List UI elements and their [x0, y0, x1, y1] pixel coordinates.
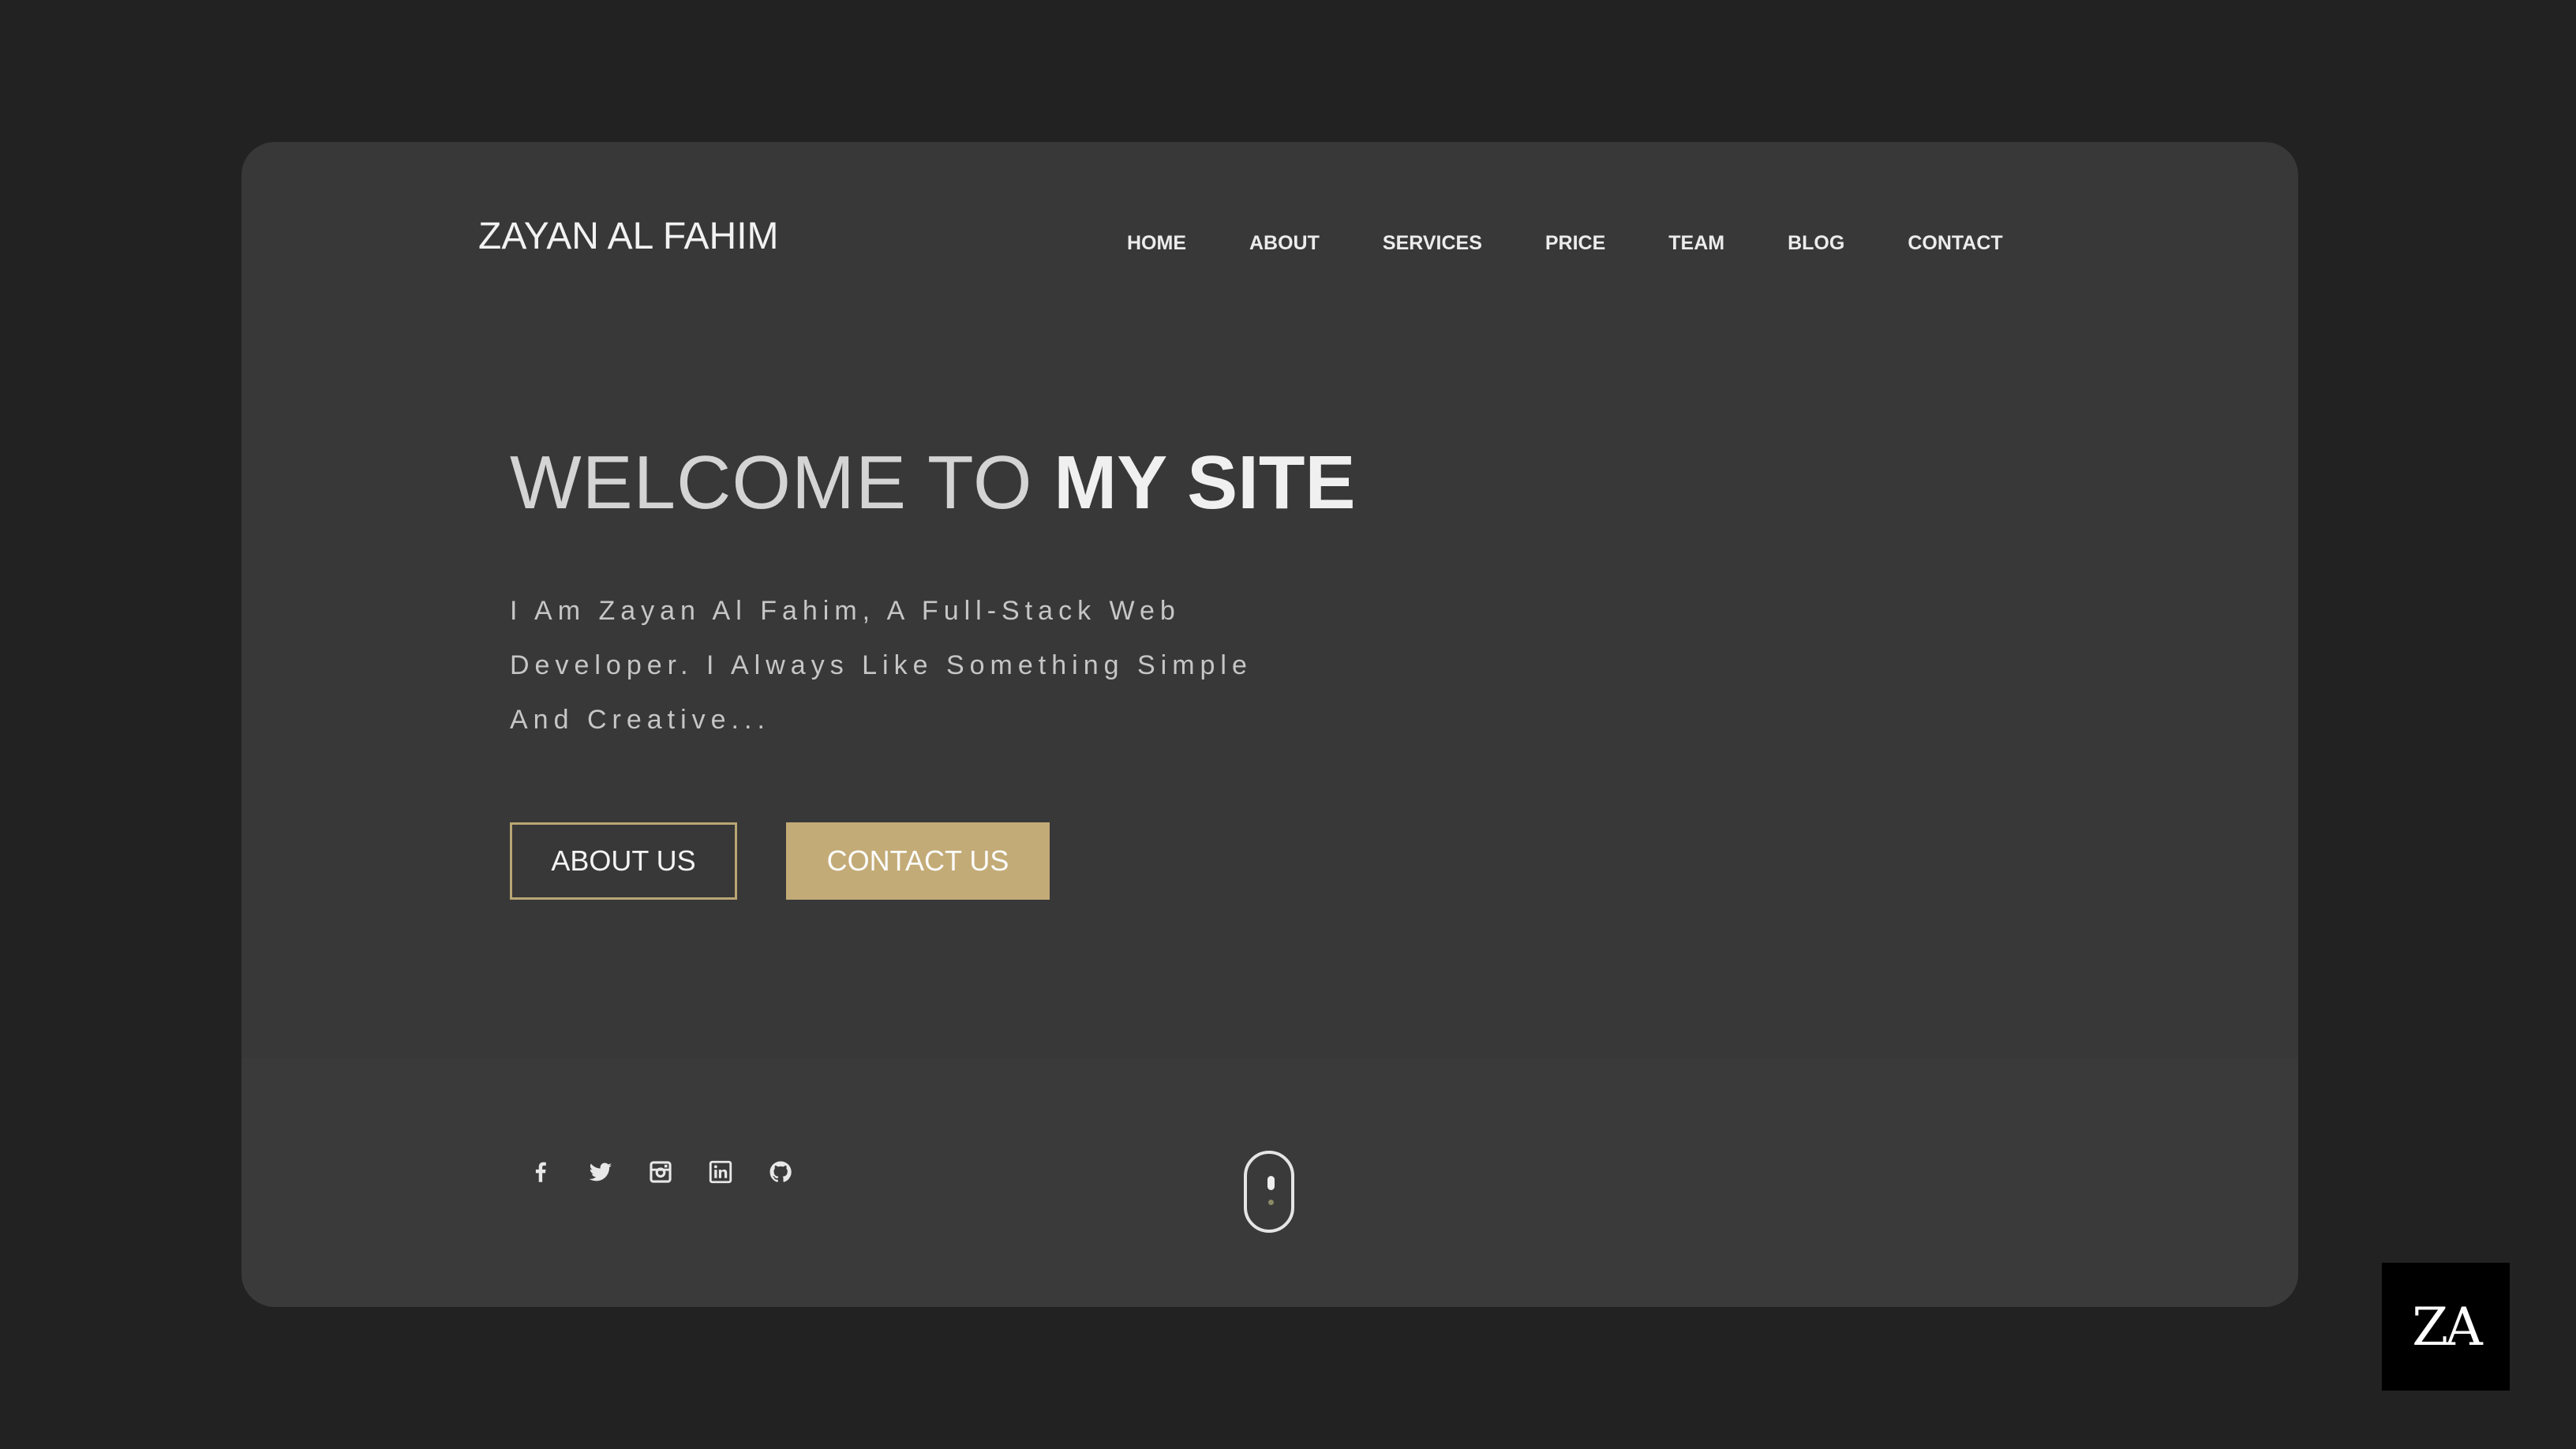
about-us-button[interactable]: ABOUT US: [510, 822, 737, 900]
twitter-icon[interactable]: [587, 1159, 614, 1185]
hero-subtitle: I Am Zayan Al Fahim, A Full-Stack Web De…: [510, 596, 1252, 735]
facebook-icon[interactable]: [527, 1159, 554, 1185]
nav-price[interactable]: PRICE: [1545, 232, 1605, 255]
hero-title: WELCOME TO MY SITE: [510, 445, 1356, 521]
hero-title-light: WELCOME TO: [510, 440, 1033, 525]
za-logo-badge: ZA: [2382, 1263, 2510, 1391]
scroll-down-mouse-icon[interactable]: [1244, 1151, 1294, 1233]
brand-logo-text[interactable]: ZAYAN AL FAHIM: [478, 215, 779, 258]
nav-blog[interactable]: BLOG: [1788, 232, 1844, 255]
nav-team[interactable]: TEAM: [1668, 232, 1724, 255]
contact-us-button[interactable]: CONTACT US: [786, 822, 1050, 900]
nav-contact[interactable]: CONTACT: [1908, 232, 2002, 255]
mouse-dot: [1268, 1200, 1274, 1205]
main-nav: HOME ABOUT SERVICES PRICE TEAM BLOG CONT…: [1127, 232, 2003, 255]
github-icon[interactable]: [767, 1159, 794, 1185]
mouse-wheel: [1267, 1176, 1275, 1190]
instagram-icon[interactable]: [647, 1159, 674, 1185]
social-links: [527, 1159, 794, 1185]
nav-services[interactable]: SERVICES: [1383, 232, 1482, 255]
hero-title-bold: MY SITE: [1054, 440, 1356, 525]
hero-card: ZAYAN AL FAHIM HOME ABOUT SERVICES PRICE…: [242, 142, 2298, 1307]
za-logo-text: ZA: [2412, 1296, 2483, 1357]
nav-home[interactable]: HOME: [1127, 232, 1186, 255]
linkedin-icon[interactable]: [707, 1159, 734, 1185]
nav-about[interactable]: ABOUT: [1249, 232, 1320, 255]
